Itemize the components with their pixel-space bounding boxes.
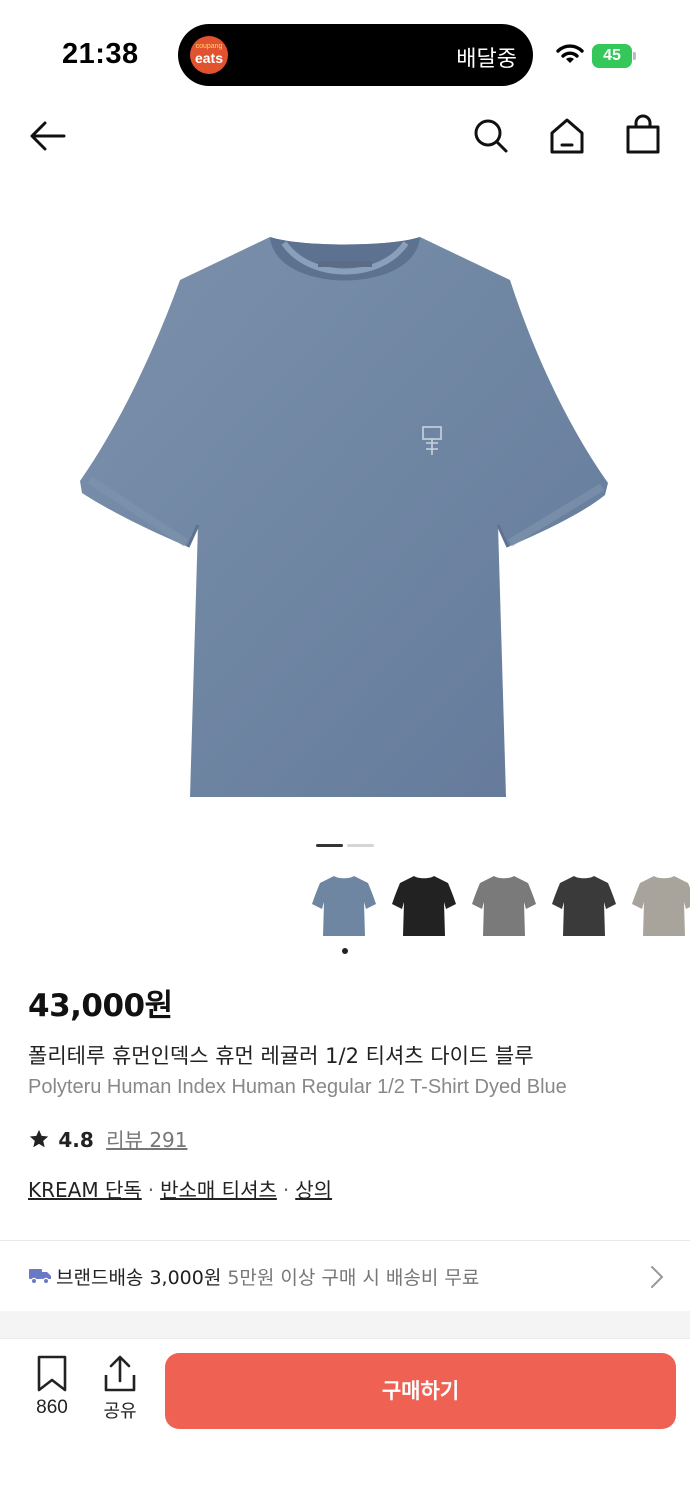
product-tags: KREAM 단독 · 반소매 티셔츠 · 상의	[28, 1174, 332, 1203]
thumbnail-black[interactable]	[390, 872, 458, 940]
logo-small-text: coupang	[195, 43, 223, 50]
tag-separator: ·	[147, 1178, 155, 1202]
rating-row: 4.8 리뷰 291	[28, 1124, 188, 1152]
top-nav	[0, 110, 690, 160]
section-divider	[0, 1311, 690, 1339]
product-name-en: Polyteru Human Index Human Regular 1/2 T…	[28, 1076, 567, 1098]
share-button[interactable]: 공유	[92, 1353, 148, 1423]
thumbnail-gray[interactable]	[470, 872, 538, 940]
star-icon	[29, 1129, 49, 1148]
rating-score: 4.8	[58, 1128, 94, 1152]
tag-separator: ·	[282, 1178, 290, 1202]
battery-tip	[633, 52, 636, 60]
shipping-condition: 5만원 이상 구매 시 배송비 무료	[227, 1267, 480, 1289]
thumbnail-charcoal[interactable]	[550, 872, 618, 940]
shipping-fee: 브랜드배송 3,000원	[56, 1267, 222, 1289]
dynamic-island[interactable]: coupang eats 배달중	[178, 24, 533, 86]
logo-big-text: eats	[194, 50, 224, 66]
back-arrow-icon[interactable]	[28, 116, 68, 156]
wifi-icon	[556, 44, 584, 63]
tag-link-exclusive[interactable]: KREAM 단독	[28, 1178, 142, 1202]
page-indicator-active	[316, 844, 343, 847]
battery-level: 45	[592, 44, 632, 68]
save-button[interactable]: 860	[24, 1353, 80, 1423]
battery-icon: 45	[592, 44, 636, 68]
product-price: 43,000원	[28, 988, 173, 1024]
home-icon[interactable]	[548, 116, 586, 156]
color-thumbnails	[310, 872, 690, 942]
bottom-action-bar: 860 공유 구매하기	[0, 1338, 690, 1500]
saved-count: 860	[36, 1397, 68, 1418]
search-icon[interactable]	[472, 116, 510, 156]
tag-link-top[interactable]: 상의	[295, 1178, 332, 1202]
coupang-eats-logo: coupang eats	[190, 36, 228, 74]
shipping-text: 브랜드배송 3,000원 5만원 이상 구매 시 배송비 무료	[56, 1263, 479, 1290]
clock: 21:38	[62, 38, 139, 70]
buy-button[interactable]: 구매하기	[165, 1353, 676, 1429]
shipping-row[interactable]: 브랜드배송 3,000원 5만원 이상 구매 시 배송비 무료	[0, 1241, 690, 1311]
selected-thumbnail-dot	[342, 948, 348, 954]
share-label: 공유	[103, 1401, 137, 1422]
status-bar: 21:38 coupang eats 배달중 45	[0, 0, 690, 100]
shopping-bag-icon[interactable]	[624, 114, 662, 156]
tag-link-category[interactable]: 반소매 티셔츠	[160, 1178, 277, 1202]
page-indicator	[347, 844, 374, 847]
review-link[interactable]: 리뷰 291	[106, 1128, 187, 1152]
product-image[interactable]	[60, 225, 630, 815]
product-name-ko: 폴리테루 휴먼인덱스 휴먼 레귤러 1/2 티셔츠 다이드 블루	[28, 1044, 534, 1068]
thumbnail-beige[interactable]	[630, 872, 690, 940]
delivery-status: 배달중	[456, 47, 517, 72]
chevron-right-icon	[651, 1266, 664, 1288]
thumbnail-blue[interactable]	[310, 872, 378, 940]
bookmark-icon	[37, 1355, 67, 1392]
gallery-pagination	[316, 844, 376, 848]
share-icon	[104, 1355, 136, 1392]
delivery-truck-icon	[29, 1269, 51, 1285]
